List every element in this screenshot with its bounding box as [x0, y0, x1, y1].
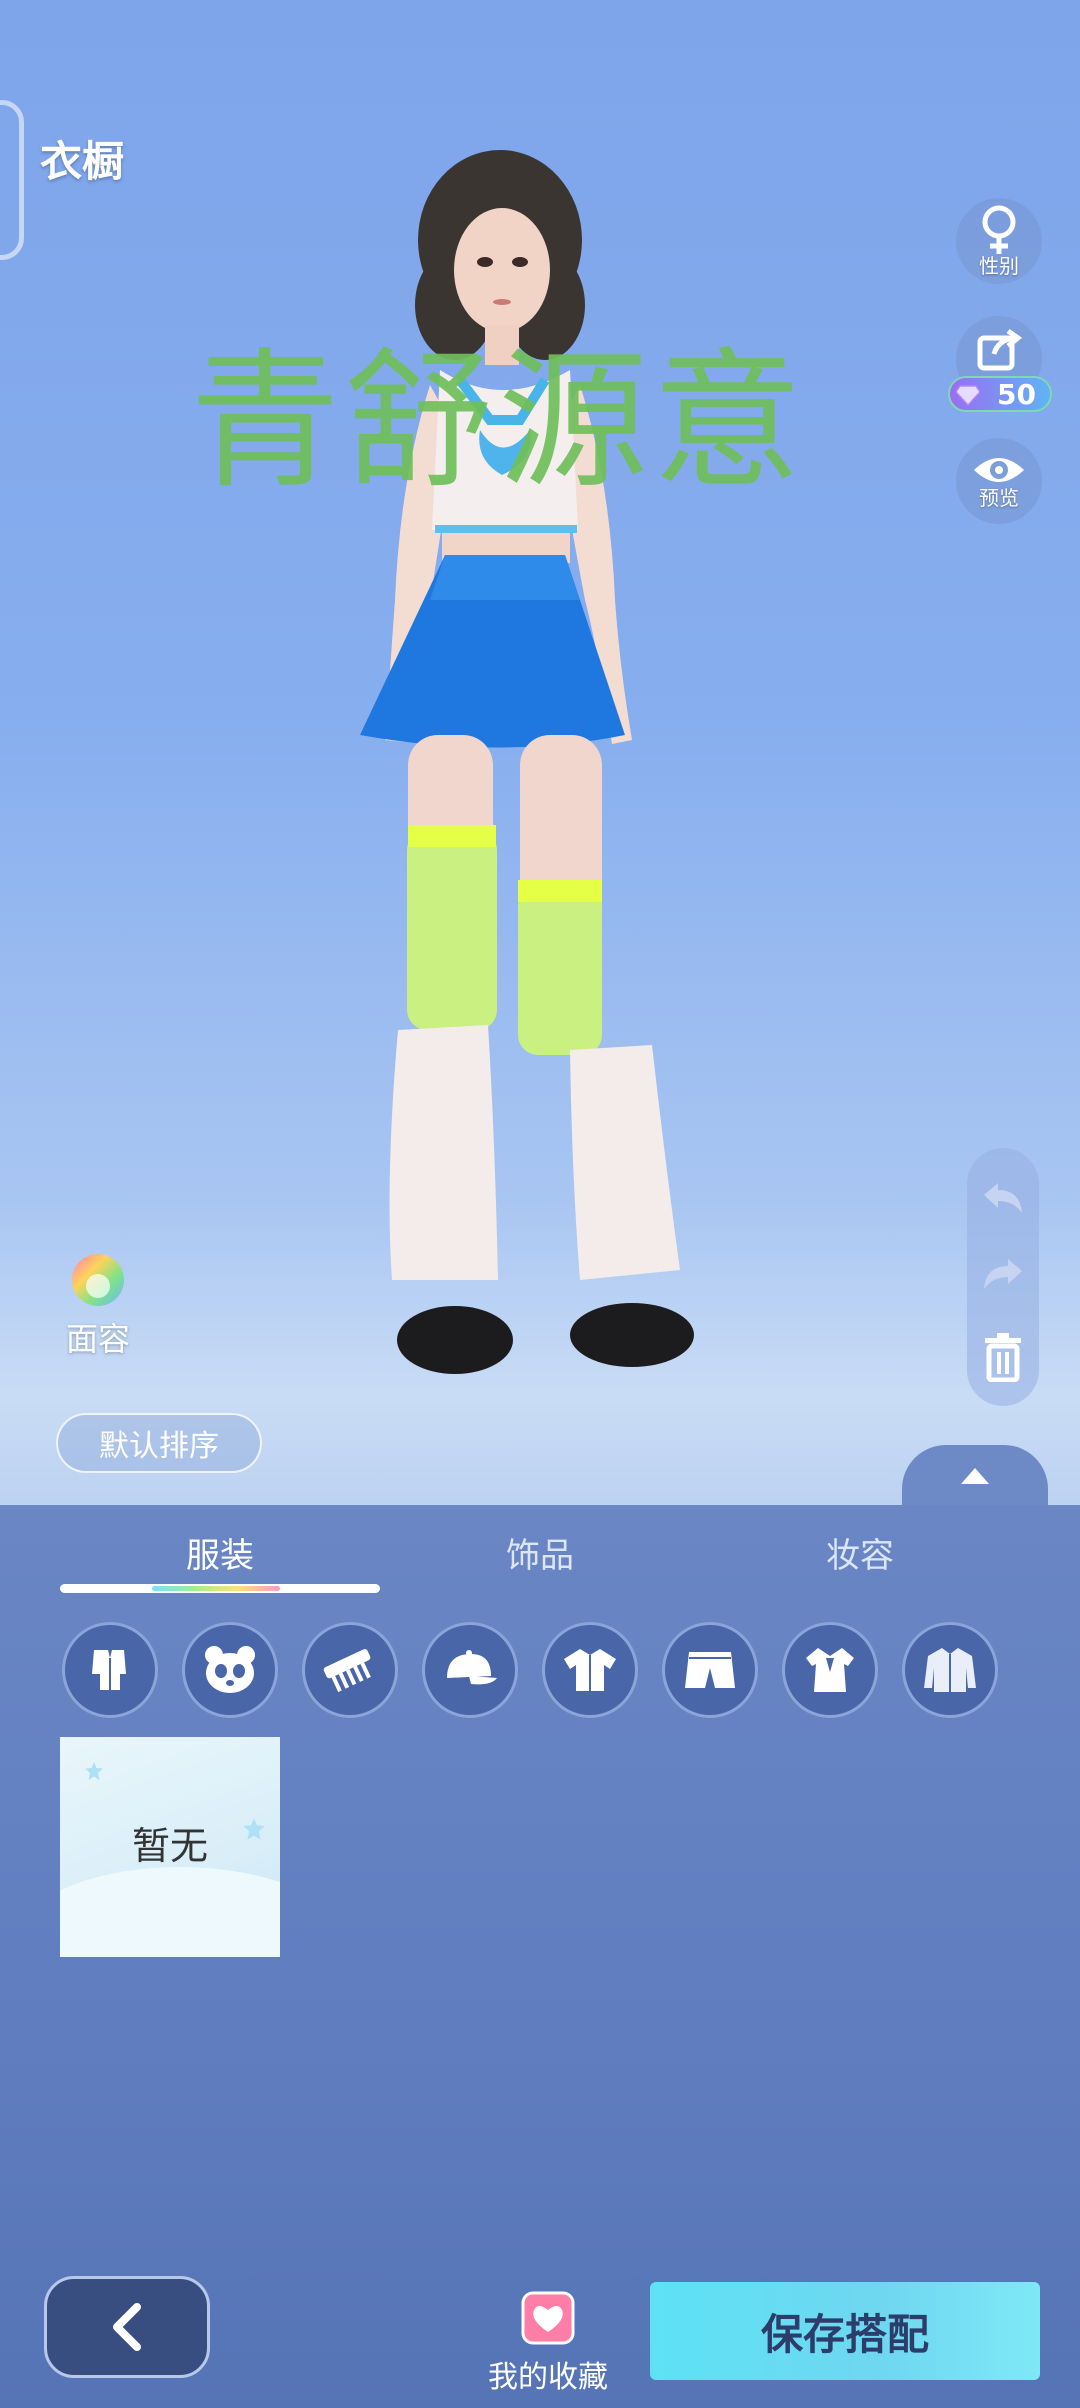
- tab-makeup[interactable]: 妆容: [750, 1528, 970, 1577]
- redo-icon: [984, 1259, 1022, 1289]
- star-icon: [85, 1762, 103, 1780]
- panda-icon: [205, 1646, 255, 1693]
- page-title: 衣橱: [40, 137, 125, 186]
- palette-icon: [72, 1254, 124, 1306]
- watermark-text: 青舒源意: [190, 335, 807, 509]
- gender-button[interactable]: 性别: [956, 198, 1042, 284]
- trash-icon: [985, 1333, 1021, 1382]
- edge-decoration: [0, 100, 24, 260]
- delete-button[interactable]: [967, 1322, 1039, 1392]
- history-panel: [967, 1148, 1039, 1406]
- suit-icon: [92, 1650, 126, 1690]
- sort-button[interactable]: 默认排序: [56, 1413, 262, 1473]
- comb-icon: [323, 1649, 371, 1693]
- share-icon: [977, 328, 1022, 371]
- category-hair[interactable]: [302, 1622, 398, 1718]
- dress-icon: [806, 1648, 854, 1692]
- gem-count: 50: [997, 377, 1036, 411]
- gender-label: 性别: [979, 253, 1019, 278]
- jacket-icon: [924, 1648, 976, 1692]
- collapse-panel-button[interactable]: [902, 1445, 1048, 1507]
- tab-accessories[interactable]: 饰品: [430, 1528, 650, 1577]
- category-outerwear[interactable]: [902, 1622, 998, 1718]
- cap-icon: [447, 1650, 497, 1685]
- empty-state-label: 暂无: [131, 1824, 208, 1868]
- face-button[interactable]: 面容: [58, 1252, 138, 1358]
- category-head[interactable]: [182, 1622, 278, 1718]
- category-hat[interactable]: [422, 1622, 518, 1718]
- empty-state-card: 暂无: [60, 1737, 280, 1957]
- face-label: 面容: [65, 1320, 130, 1358]
- female-icon: [982, 205, 1016, 254]
- heart-icon: [521, 2291, 575, 2345]
- category-bottom[interactable]: [662, 1622, 758, 1718]
- shorts-icon: [685, 1652, 735, 1688]
- back-button[interactable]: [44, 2276, 210, 2378]
- save-outfit-button[interactable]: 保存搭配: [650, 2282, 1040, 2380]
- favorites-label: 我的收藏: [488, 2360, 608, 2395]
- gem-badge: 50: [948, 376, 1052, 412]
- shirt-icon: [564, 1649, 616, 1691]
- chevron-left-icon: [113, 2303, 141, 2351]
- diamond-icon: [956, 385, 980, 406]
- wardrobe-screen: 衣橱 青舒源意 性别 50 预览 面容 默认排序 服装 饰品 妆容 暂无 我的收…: [0, 0, 1080, 2408]
- undo-button[interactable]: [967, 1164, 1039, 1234]
- favorites-button[interactable]: 我的收藏: [478, 2290, 618, 2396]
- category-top[interactable]: [542, 1622, 638, 1718]
- undo-icon: [984, 1183, 1022, 1213]
- redo-button[interactable]: [967, 1240, 1039, 1310]
- category-dress[interactable]: [782, 1622, 878, 1718]
- preview-button[interactable]: 预览: [956, 438, 1042, 524]
- preview-label: 预览: [979, 485, 1019, 510]
- category-suit[interactable]: [62, 1622, 158, 1718]
- tab-clothing[interactable]: 服装: [110, 1528, 330, 1577]
- active-tab-indicator: [60, 1584, 380, 1593]
- caret-up-icon: [961, 1468, 989, 1484]
